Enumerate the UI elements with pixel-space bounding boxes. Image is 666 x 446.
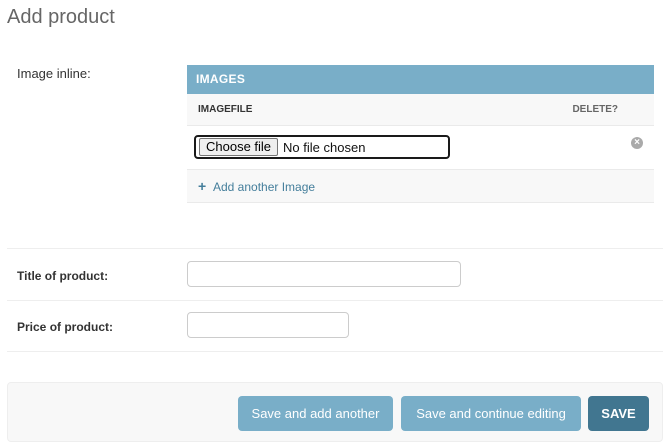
submit-row: Save and add another Save and continue e… bbox=[7, 382, 663, 442]
form-row-divider bbox=[7, 300, 663, 301]
delete-column-header: DELETE? bbox=[572, 104, 618, 115]
form-row-divider bbox=[7, 248, 663, 249]
inline-column-headers: IMAGEFILE DELETE? bbox=[187, 94, 654, 126]
form-row-divider bbox=[7, 351, 663, 352]
image-inline-label: Image inline: bbox=[17, 66, 91, 81]
page-title: Add product bbox=[7, 6, 115, 28]
save-and-continue-editing-button[interactable]: Save and continue editing bbox=[401, 396, 581, 431]
images-inline-group: IMAGES IMAGEFILE DELETE? Choose file No … bbox=[187, 65, 654, 203]
delete-row-icon[interactable]: × bbox=[631, 137, 643, 149]
price-input[interactable] bbox=[187, 312, 349, 338]
save-and-add-another-button[interactable]: Save and add another bbox=[238, 396, 393, 431]
plus-icon: + bbox=[198, 178, 207, 194]
imagefile-column-header: IMAGEFILE bbox=[198, 104, 253, 115]
imagefile-input[interactable]: Choose file No file chosen bbox=[194, 135, 450, 159]
choose-file-button[interactable]: Choose file bbox=[199, 138, 279, 156]
add-another-image-label: Add another Image bbox=[213, 180, 316, 194]
file-status-text: No file chosen bbox=[283, 139, 366, 155]
images-inline-header: IMAGES bbox=[187, 65, 654, 94]
add-another-image-link[interactable]: + Add another Image bbox=[187, 170, 654, 203]
price-label: Price of product: bbox=[17, 320, 114, 334]
inline-image-row: Choose file No file chosen × bbox=[187, 126, 654, 170]
title-input[interactable] bbox=[187, 261, 461, 287]
save-button[interactable]: SAVE bbox=[588, 396, 649, 431]
title-label: Title of product: bbox=[17, 269, 109, 283]
